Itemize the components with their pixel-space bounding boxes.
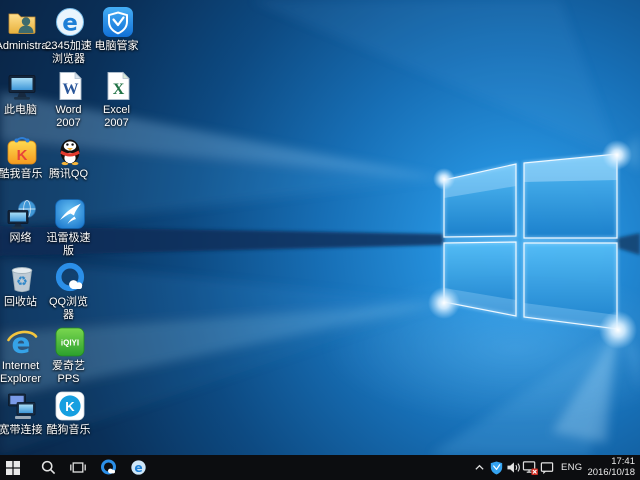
search-button[interactable]: [33, 455, 63, 480]
qq-browser-ring-cloud-icon: [54, 262, 86, 294]
svg-text:♻: ♻: [16, 275, 28, 290]
taskbar: e: [0, 455, 640, 480]
pc-manager-shield-icon: [102, 6, 134, 38]
taskbar-qq-browser-button[interactable]: [93, 455, 123, 480]
qq-browser-icon: [100, 459, 117, 476]
system-tray: ENG 17:41 2016/10/18: [471, 455, 640, 480]
desktop-icon-iqiyi-pps[interactable]: iQIYI 爱奇艺PPS: [48, 326, 92, 385]
desktop-icon-internet-explorer[interactable]: e Internet Explorer: [0, 326, 44, 385]
2345-browser-icon: e: [54, 6, 86, 38]
chevron-up-icon: [474, 462, 485, 473]
svg-text:X: X: [113, 81, 125, 98]
desktop-icon-label: 回收站: [0, 296, 46, 309]
this-pc-monitor-icon: [6, 70, 38, 102]
excel-document-icon: X: [102, 70, 134, 102]
task-view-icon: [70, 461, 86, 474]
desktop-icon-xunlei[interactable]: 迅雷极速版: [48, 198, 92, 257]
network-globe-monitor-icon: [6, 198, 38, 230]
qq-penguin-icon: [54, 134, 86, 166]
svg-text:e: e: [62, 11, 78, 37]
tray-volume-button[interactable]: [505, 455, 522, 480]
search-icon: [41, 460, 56, 475]
svg-text:iQIYI: iQIYI: [61, 339, 79, 348]
desktop-icon-word-2007[interactable]: W Word 2007: [48, 70, 92, 129]
desktop-icon-label: 宽带连接: [0, 424, 46, 437]
taskbar-clock[interactable]: 17:41 2016/10/18: [587, 457, 640, 478]
desktop-icon-label: Administra...: [0, 40, 46, 53]
tray-network-button[interactable]: [522, 455, 539, 480]
recycle-bin-icon: ♻: [6, 262, 38, 294]
desktop-icon-label: 腾讯QQ: [44, 168, 94, 181]
desktop-icon-label: 酷狗音乐: [44, 424, 94, 437]
svg-text:e: e: [134, 461, 142, 475]
action-center-icon: [540, 461, 554, 475]
kuwo-music-box-icon: K: [6, 134, 38, 166]
desktop-icon-label: 2345加速浏览器: [44, 40, 94, 65]
xunlei-bird-icon: [54, 198, 86, 230]
desktop-icon-label: 迅雷极速版: [44, 232, 94, 257]
desktop-icon-excel-2007[interactable]: X Excel 2007: [96, 70, 140, 129]
desktop-icon-tencent-qq[interactable]: 腾讯QQ: [48, 134, 92, 181]
desktop-icon-label: 电脑管家: [92, 40, 142, 53]
desktop-icon-label: 爱奇艺PPS: [44, 360, 94, 385]
desktop-icon-area: Administra... e 2345加速浏览器 电脑管家: [0, 0, 640, 455]
clock-time: 17:41: [587, 457, 635, 468]
clock-date: 2016/10/18: [587, 468, 635, 479]
pc-manager-tray-shield-icon: [490, 461, 503, 475]
broadband-connection-icon: [6, 390, 38, 422]
iqiyi-pps-icon: iQIYI: [54, 326, 86, 358]
desktop-icon-label: 网络: [0, 232, 46, 245]
start-icon: [6, 461, 20, 475]
task-view-button[interactable]: [63, 455, 93, 480]
desktop-icon-network[interactable]: 网络: [0, 198, 44, 245]
desktop-icon-label: QQ浏览器: [44, 296, 94, 321]
desktop-icon-administrator[interactable]: Administra...: [0, 6, 44, 53]
desktop-icon-kuwo-music[interactable]: K 酷我音乐: [0, 134, 44, 181]
kugou-music-icon: K: [54, 390, 86, 422]
desktop-icon-label: Word 2007: [44, 104, 94, 129]
user-folder-icon: [6, 6, 38, 38]
ie-icon: e: [6, 326, 38, 358]
svg-text:K: K: [17, 147, 28, 164]
desktop-icon-qq-browser[interactable]: QQ浏览器: [48, 262, 92, 321]
taskbar-2345-browser-button[interactable]: e: [123, 455, 153, 480]
desktop-icon-2345-browser[interactable]: e 2345加速浏览器: [48, 6, 92, 65]
desktop-icon-recycle-bin[interactable]: ♻ 回收站: [0, 262, 44, 309]
windows-desktop-screen: Administra... e 2345加速浏览器 电脑管家: [0, 0, 640, 480]
desktop-icon-label: 酷我音乐: [0, 168, 46, 181]
desktop-icon-this-pc[interactable]: 此电脑: [0, 70, 44, 117]
speaker-icon: [506, 461, 521, 474]
desktop-icon-kugou-music[interactable]: K 酷狗音乐: [48, 390, 92, 437]
language-indicator[interactable]: ENG: [556, 462, 588, 473]
svg-text:W: W: [63, 81, 79, 98]
start-button[interactable]: [0, 455, 26, 480]
desktop-icon-label: Internet Explorer: [0, 360, 46, 385]
desktop-icon-broadband-connection[interactable]: 宽带连接: [0, 390, 44, 437]
desktop-icon-pc-manager[interactable]: 电脑管家: [96, 6, 140, 53]
word-document-icon: W: [54, 70, 86, 102]
2345-browser-icon: e: [130, 459, 147, 476]
tray-pc-manager-button[interactable]: [488, 455, 505, 480]
tray-action-center-button[interactable]: [539, 455, 556, 480]
network-disconnected-icon: [522, 460, 538, 475]
desktop-icon-label: 此电脑: [0, 104, 46, 117]
tray-chevron-button[interactable]: [471, 455, 488, 480]
desktop-icon-label: Excel 2007: [92, 104, 142, 129]
svg-text:K: K: [65, 399, 75, 414]
